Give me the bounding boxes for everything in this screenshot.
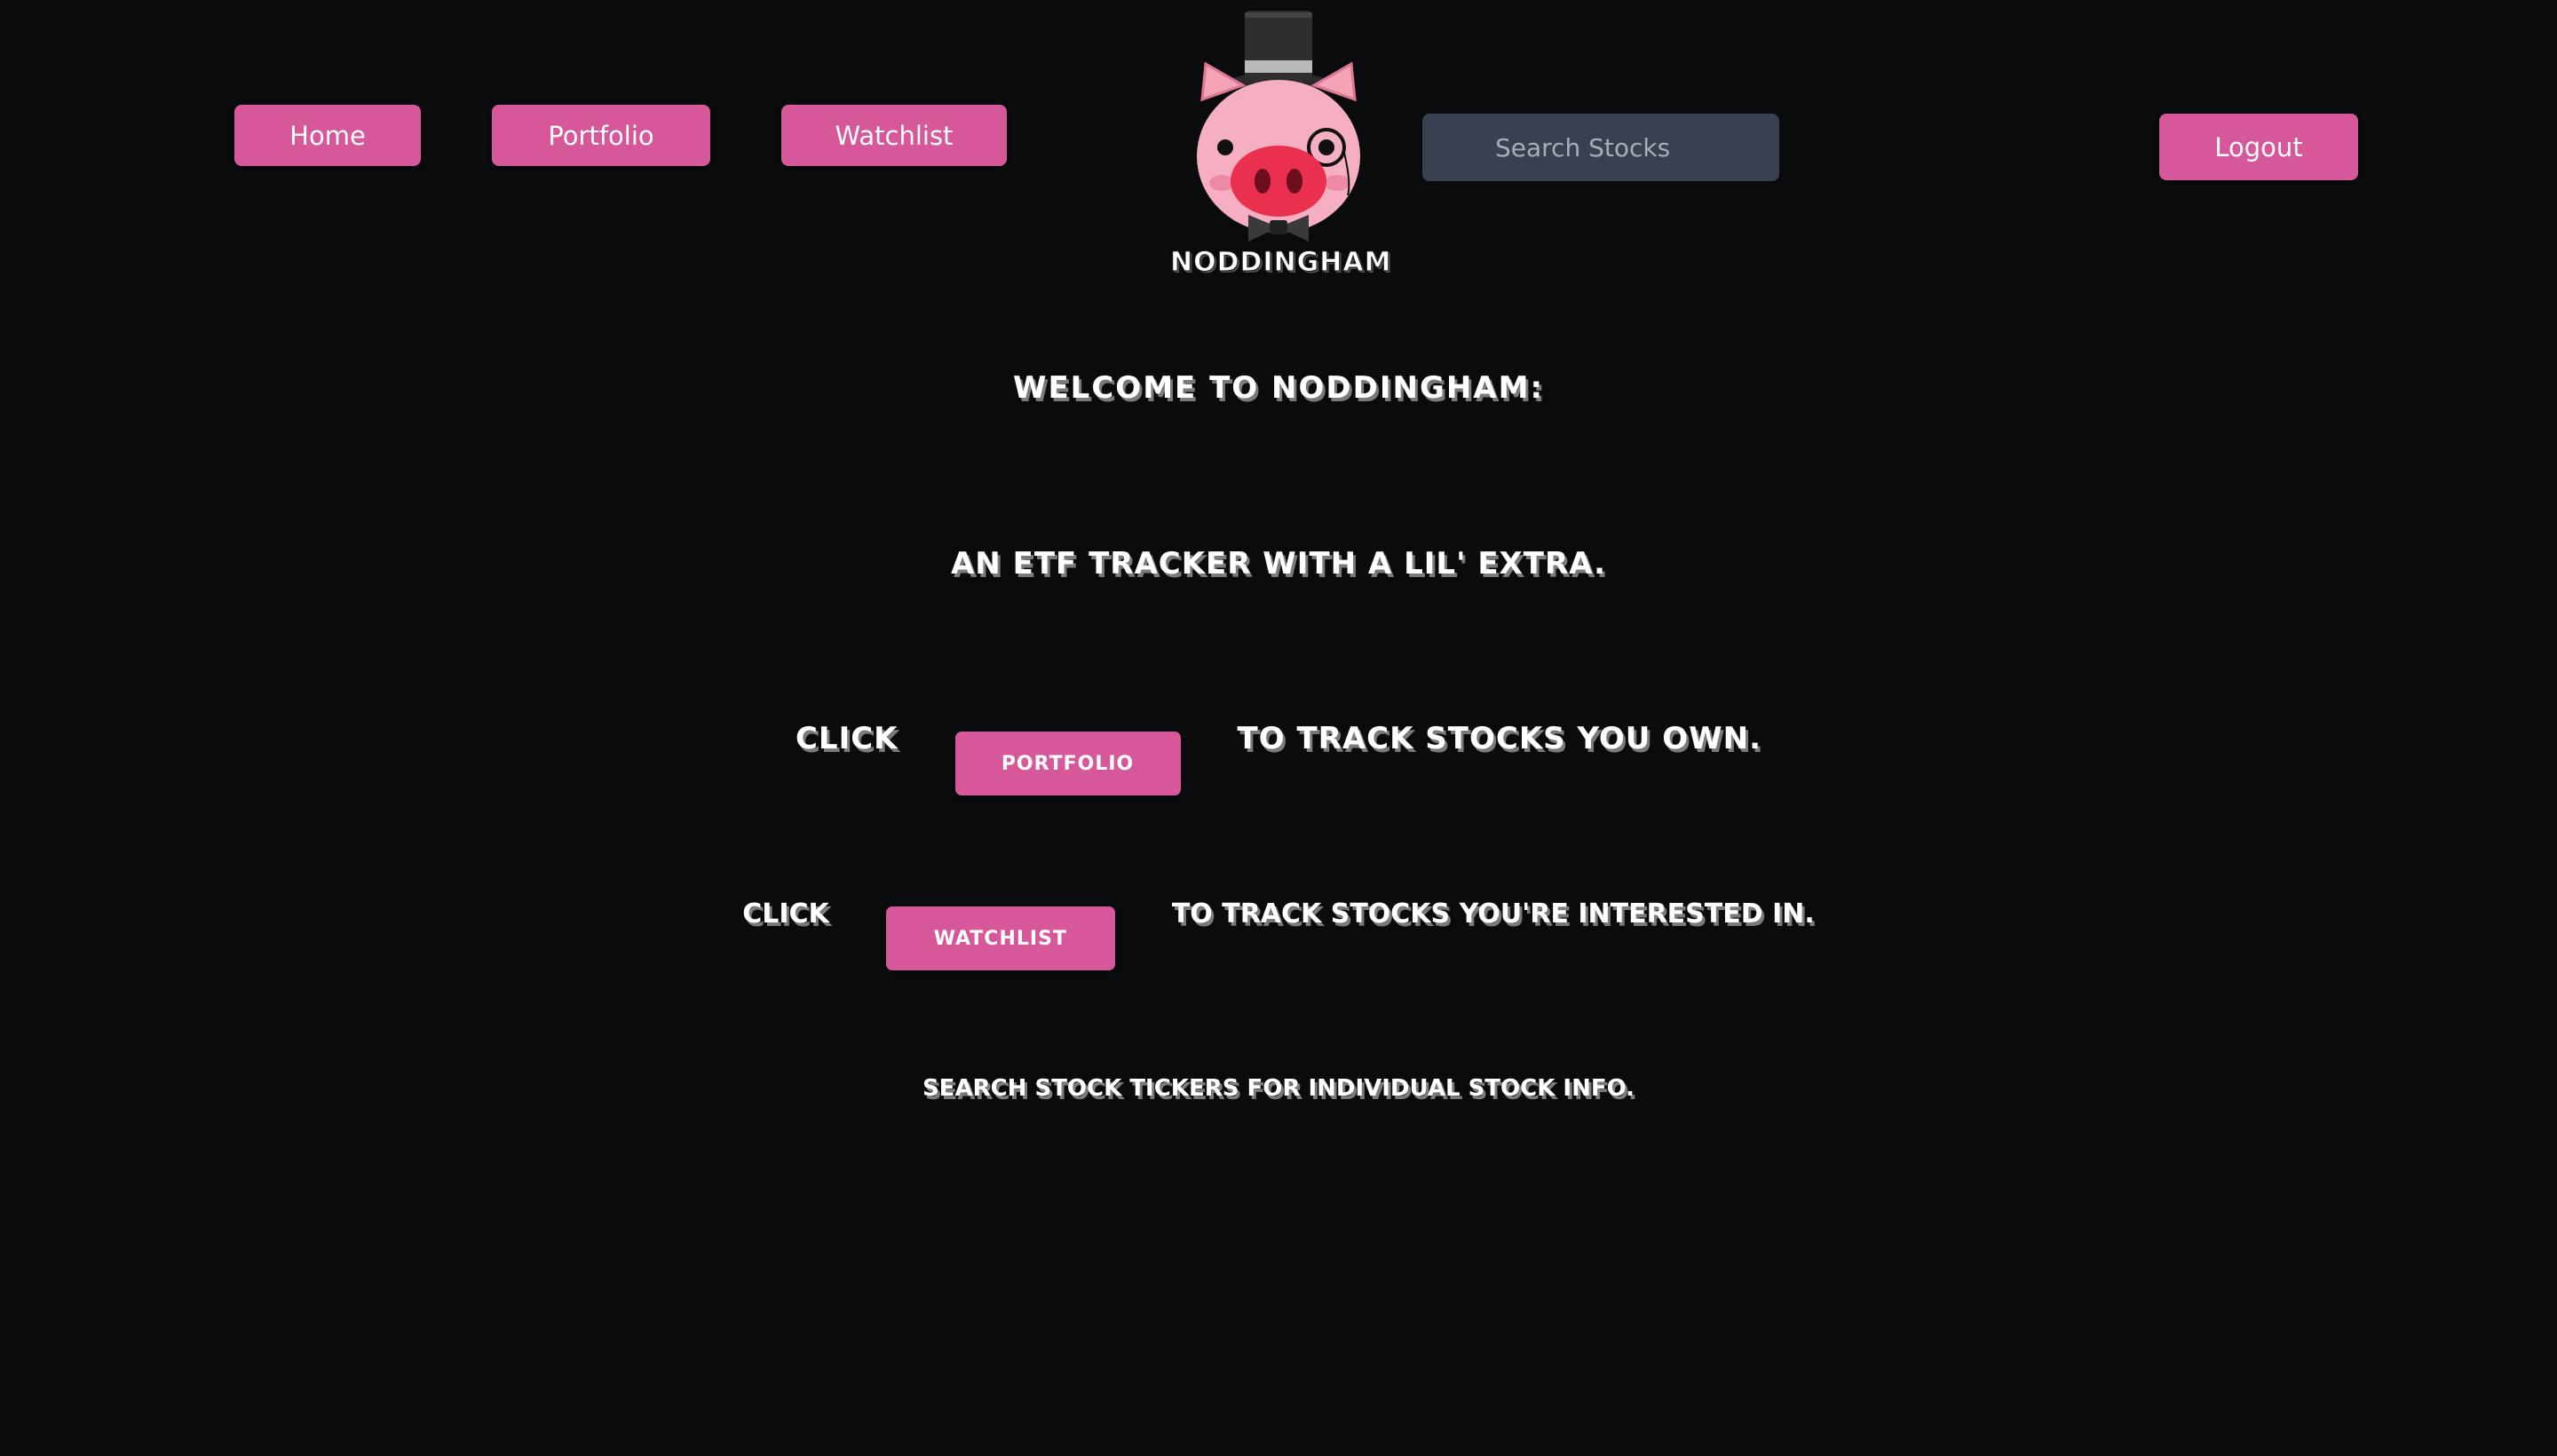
instruction-watchlist-text: TO TRACK STOCKS YOU'RE INTERESTED IN. bbox=[1171, 898, 1815, 930]
logout-button[interactable]: Logout bbox=[2159, 114, 2358, 180]
watchlist-button[interactable]: Watchlist bbox=[781, 105, 1007, 166]
portfolio-instruction: CLICK PORTFOLIO TO TRACK STOCKS YOU OWN. bbox=[0, 690, 2557, 795]
search-input[interactable] bbox=[1422, 114, 1779, 181]
inline-watchlist-button[interactable]: WATCHLIST bbox=[885, 906, 1115, 970]
portfolio-button[interactable]: Portfolio bbox=[492, 105, 710, 166]
logo-text: NODDINGHAM bbox=[1170, 247, 1392, 279]
logo[interactable]: NODDINGHAM bbox=[1170, 5, 1392, 284]
inline-portfolio-button[interactable]: PORTFOLIO bbox=[954, 732, 1181, 795]
home-button[interactable]: Home bbox=[234, 105, 421, 166]
tagline-heading: AN ETF TRACKER WITH A LIL' EXTRA. bbox=[950, 546, 1606, 582]
instruction-click-text: CLICK bbox=[795, 721, 899, 756]
instruction-click-text: CLICK bbox=[742, 898, 829, 930]
pig-logo-icon bbox=[1197, 11, 1360, 241]
instruction-portfolio-text: TO TRACK STOCKS YOU OWN. bbox=[1237, 721, 1762, 756]
search-instruction: SEARCH STOCK TICKERS FOR INDIVIDUAL STOC… bbox=[922, 1075, 1635, 1102]
watchlist-instruction: CLICK WATCHLIST TO TRACK STOCKS YOU'RE I… bbox=[0, 865, 2557, 970]
welcome-heading: WELCOME TO NODDINGHAM: bbox=[1012, 370, 1545, 406]
